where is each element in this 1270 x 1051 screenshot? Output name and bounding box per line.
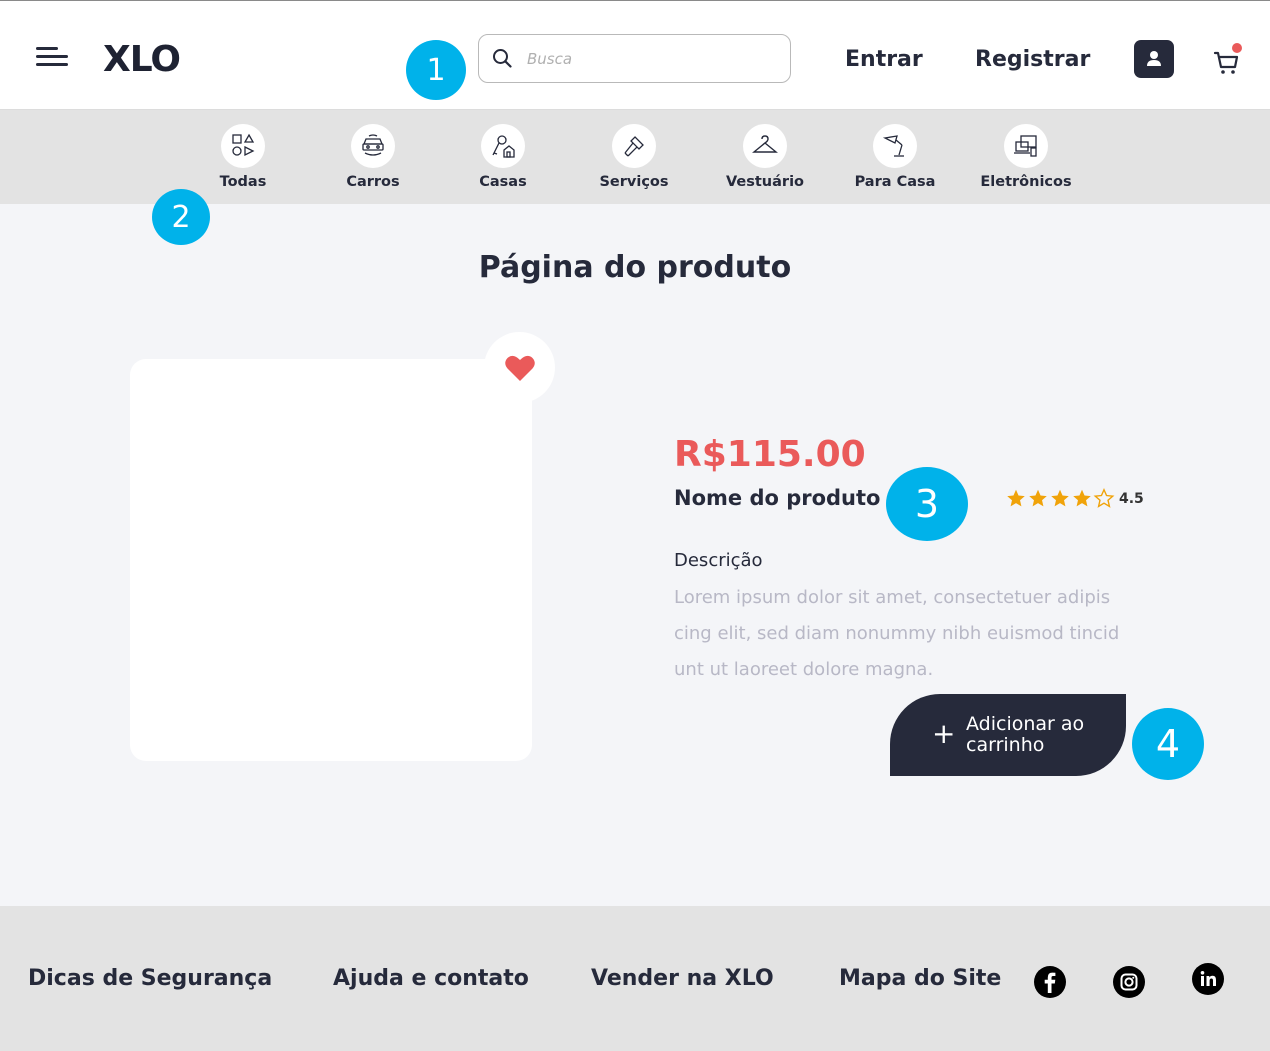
menu-icon[interactable] bbox=[36, 47, 68, 71]
footer-link-sell[interactable]: Vender na XLO bbox=[591, 966, 774, 991]
category-label: Serviços bbox=[599, 174, 669, 190]
instagram-icon[interactable] bbox=[1113, 966, 1145, 998]
search-icon bbox=[493, 49, 512, 68]
plus-icon: + bbox=[932, 717, 956, 750]
annotation-marker-3: 3 bbox=[886, 467, 968, 541]
product-rating: 4.5 bbox=[1005, 488, 1144, 509]
rating-stars bbox=[1005, 488, 1115, 509]
category-label: Para Casa bbox=[854, 174, 936, 190]
hammer-icon bbox=[612, 124, 656, 168]
category-label: Eletrônicos bbox=[980, 174, 1072, 190]
login-link[interactable]: Entrar bbox=[845, 47, 923, 72]
product-price: R$115.00 bbox=[674, 434, 866, 475]
cart-notification-dot bbox=[1232, 43, 1242, 53]
shapes-icon bbox=[221, 124, 265, 168]
user-button[interactable] bbox=[1134, 40, 1174, 78]
category-label: Casas bbox=[479, 174, 527, 190]
footer-link-safety-tips[interactable]: Dicas de Segurança bbox=[28, 966, 272, 991]
cart-button[interactable] bbox=[1212, 43, 1242, 75]
footer: Dicas de Segurança Ajuda e contato Vende… bbox=[0, 906, 1270, 1051]
page-title: Página do produto bbox=[478, 250, 792, 285]
category-vestuario[interactable]: Vestuário bbox=[705, 124, 825, 190]
car-icon bbox=[351, 124, 395, 168]
category-todas[interactable]: Todas bbox=[183, 124, 303, 190]
star-filled-icon bbox=[1051, 489, 1069, 507]
star-outline-icon bbox=[1093, 488, 1115, 508]
footer-link-sitemap[interactable]: Mapa do Site bbox=[839, 966, 1001, 991]
linkedin-icon[interactable] bbox=[1192, 963, 1224, 995]
favorite-button[interactable] bbox=[484, 332, 555, 403]
add-to-cart-button[interactable]: + Adicionar ao carrinho bbox=[890, 694, 1126, 776]
register-link[interactable]: Registrar bbox=[975, 47, 1090, 72]
category-servicos[interactable]: Serviços bbox=[574, 124, 694, 190]
star-filled-icon bbox=[1073, 489, 1091, 507]
category-carros[interactable]: Carros bbox=[313, 124, 433, 190]
product-name: Nome do produto bbox=[674, 486, 881, 510]
header: XLO Entrar Registrar bbox=[0, 0, 1270, 110]
star-filled-icon bbox=[1007, 489, 1025, 507]
logo[interactable]: XLO bbox=[103, 39, 181, 80]
search-input[interactable] bbox=[527, 45, 777, 73]
category-casas[interactable]: Casas bbox=[443, 124, 563, 190]
annotation-marker-4: 4 bbox=[1132, 708, 1204, 780]
footer-link-help[interactable]: Ajuda e contato bbox=[333, 966, 529, 991]
annotation-marker-1: 1 bbox=[406, 40, 466, 100]
star-filled-icon bbox=[1029, 489, 1047, 507]
hanger-icon bbox=[743, 124, 787, 168]
category-eletronicos[interactable]: Eletrônicos bbox=[966, 124, 1086, 190]
description-text: Lorem ipsum dolor sit amet, consectetuer… bbox=[674, 587, 1120, 680]
category-label: Todas bbox=[219, 174, 267, 190]
product-image bbox=[130, 359, 532, 761]
facebook-icon[interactable] bbox=[1034, 966, 1066, 998]
annotation-marker-2: 2 bbox=[152, 189, 210, 245]
heart-icon bbox=[504, 355, 535, 381]
house-key-icon bbox=[481, 124, 525, 168]
category-label: Carros bbox=[346, 174, 400, 190]
search-box[interactable] bbox=[478, 34, 791, 83]
add-to-cart-label: Adicionar ao carrinho bbox=[966, 713, 1085, 756]
rating-value: 4.5 bbox=[1119, 490, 1144, 507]
description-label: Descrição bbox=[674, 550, 763, 571]
devices-icon bbox=[1004, 124, 1048, 168]
lamp-icon bbox=[873, 124, 917, 168]
category-label: Vestuário bbox=[725, 174, 804, 190]
user-icon bbox=[1147, 51, 1161, 66]
category-para-casa[interactable]: Para Casa bbox=[835, 124, 955, 190]
